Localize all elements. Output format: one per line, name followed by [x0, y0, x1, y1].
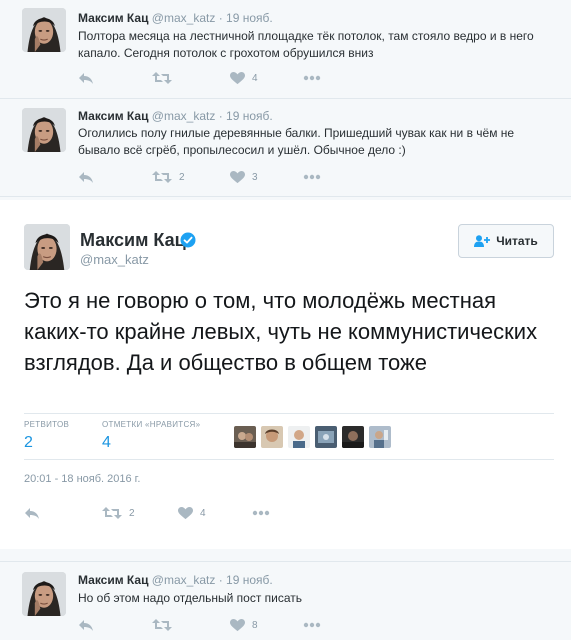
- like-button[interactable]: 3: [230, 168, 258, 186]
- retweet-icon: [152, 169, 172, 185]
- reply-icon: [78, 617, 94, 633]
- heart-icon: [178, 506, 193, 521]
- liker-avatar[interactable]: [261, 426, 283, 448]
- tweet-date[interactable]: 19 нояб.: [226, 573, 273, 587]
- reply-button[interactable]: [78, 69, 94, 87]
- liker-avatar[interactable]: [369, 426, 391, 448]
- avatar[interactable]: [24, 224, 70, 270]
- like-count: 4: [252, 72, 258, 84]
- tweet-text: Полтора месяца на лестничной площадке тё…: [78, 29, 534, 60]
- retweet-button[interactable]: [152, 69, 179, 87]
- tweet-date[interactable]: 19 нояб.: [226, 11, 273, 25]
- more-button[interactable]: [303, 168, 321, 186]
- tweet-timestamp[interactable]: 20:01 - 18 нояб. 2016 г.: [24, 473, 140, 485]
- separator-dot: ·: [218, 11, 223, 25]
- likes-label: ОТМЕТКИ «НРАВИТСЯ»: [102, 420, 201, 429]
- more-icon: [252, 510, 270, 516]
- more-icon: [303, 174, 321, 180]
- verified-badge-icon: [180, 232, 196, 248]
- retweet-icon: [102, 505, 122, 521]
- liker-avatar[interactable]: [342, 426, 364, 448]
- heart-icon: [230, 618, 245, 633]
- liker-avatar[interactable]: [234, 426, 256, 448]
- reply-icon: [24, 505, 40, 521]
- more-icon: [303, 622, 321, 628]
- heart-icon: [230, 170, 245, 185]
- reply-button[interactable]: [24, 504, 40, 522]
- tweet-item[interactable]: Максим Кац @max_katz · 19 нояб. Но об эт…: [0, 562, 571, 640]
- like-count: 4: [200, 507, 206, 519]
- divider: [24, 413, 554, 414]
- tweet-date[interactable]: 19 нояб.: [226, 109, 273, 123]
- liker-avatar[interactable]: [288, 426, 310, 448]
- more-button[interactable]: [303, 69, 321, 87]
- author-name[interactable]: Максим Кац: [80, 230, 186, 251]
- divider: [24, 459, 554, 460]
- avatar[interactable]: [22, 572, 66, 616]
- divider: [0, 196, 571, 197]
- follow-person-icon: [474, 235, 491, 247]
- like-button[interactable]: 4: [230, 69, 258, 87]
- more-icon: [303, 75, 321, 81]
- likes-value: 4: [102, 434, 111, 451]
- reply-icon: [78, 70, 94, 86]
- author-handle[interactable]: @max_katz: [152, 11, 216, 25]
- tweet-text: Оголились полу гнилые деревянные балки. …: [78, 126, 515, 157]
- reply-icon: [78, 169, 94, 185]
- retweet-icon: [152, 70, 172, 86]
- retweet-button[interactable]: 2: [152, 168, 185, 186]
- reply-button[interactable]: [78, 616, 94, 634]
- retweet-icon: [152, 617, 172, 633]
- author-name[interactable]: Максим Кац: [78, 573, 148, 587]
- retweets-value: 2: [24, 434, 33, 451]
- tweet-header: Максим Кац @max_katz · 19 нояб.: [78, 573, 273, 587]
- follow-button[interactable]: Читать: [458, 224, 554, 258]
- retweet-button[interactable]: 2: [102, 504, 135, 522]
- tweet-header: Максим Кац @max_katz · 19 нояб.: [78, 109, 273, 123]
- avatar[interactable]: [22, 8, 66, 52]
- retweet-count: 2: [179, 171, 185, 183]
- retweet-button[interactable]: [152, 616, 179, 634]
- more-button[interactable]: [303, 616, 321, 634]
- separator-dot: ·: [218, 109, 223, 123]
- separator-dot: ·: [218, 573, 223, 587]
- avatar[interactable]: [22, 108, 66, 152]
- tweet-header: Максим Кац @max_katz · 19 нояб.: [78, 11, 273, 25]
- tweet-text: Это я не говорю о том, что молодёжь мест…: [24, 288, 538, 375]
- liker-avatars: [234, 426, 396, 448]
- tweet-item[interactable]: Максим Кац @max_katz · 19 нояб. Оголилис…: [0, 99, 571, 196]
- author-handle[interactable]: @max_katz: [80, 252, 149, 267]
- reply-button[interactable]: [78, 168, 94, 186]
- tweet-text: Но об этом надо отдельный пост писать: [78, 591, 303, 605]
- retweets-label: РЕТВИТОВ: [24, 420, 70, 429]
- like-count: 8: [252, 619, 258, 631]
- retweets-stat[interactable]: РЕТВИТОВ 2: [24, 420, 69, 452]
- like-count: 3: [252, 171, 258, 183]
- author-handle[interactable]: @max_katz: [152, 573, 216, 587]
- main-tweet: Максим Кац @max_katz Читать Это я не гов…: [0, 200, 571, 549]
- like-button[interactable]: 8: [230, 616, 258, 634]
- like-button[interactable]: 4: [178, 504, 206, 522]
- retweet-count: 2: [129, 507, 135, 519]
- tweet-item[interactable]: Максим Кац @max_katz · 19 нояб. Полтора …: [0, 0, 571, 98]
- likes-stat[interactable]: ОТМЕТКИ «НРАВИТСЯ» 4: [102, 420, 200, 452]
- heart-icon: [230, 71, 245, 86]
- follow-label: Читать: [496, 234, 538, 248]
- more-button[interactable]: [252, 504, 270, 522]
- author-name[interactable]: Максим Кац: [78, 109, 148, 123]
- author-name[interactable]: Максим Кац: [78, 11, 148, 25]
- liker-avatar[interactable]: [315, 426, 337, 448]
- author-handle[interactable]: @max_katz: [152, 109, 216, 123]
